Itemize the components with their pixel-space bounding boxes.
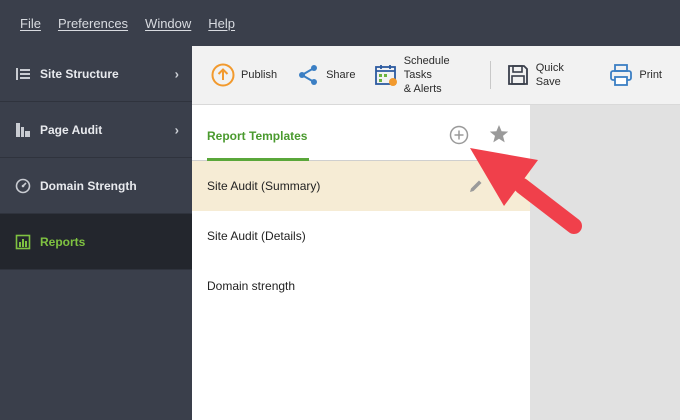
list-item[interactable]: Domain strength <box>192 261 530 311</box>
publish-label: Publish <box>241 69 278 81</box>
gauge-icon <box>15 178 31 194</box>
sidebar-item-domain-strength[interactable]: Domain Strength <box>0 158 192 214</box>
sidebar-item-site-structure[interactable]: Site Structure › <box>0 46 192 102</box>
list-item-label: Site Audit (Summary) <box>207 179 321 193</box>
share-button[interactable]: Share <box>295 62 355 88</box>
star-icon[interactable] <box>489 124 509 144</box>
panel-header: Report Templates <box>192 105 530 161</box>
share-label: Share <box>326 69 356 81</box>
empty-content-area <box>530 105 680 420</box>
toolbar: Publish Share Schedule Tasks & Alerts Qu… <box>192 46 680 105</box>
add-template-icon[interactable] <box>449 125 469 145</box>
sidebar-item-reports[interactable]: Reports <box>0 214 192 270</box>
sidebar: Site Structure › Page Audit › Domain Str… <box>0 46 192 420</box>
print-button[interactable]: Print <box>608 62 662 88</box>
sidebar-item-label: Site Structure <box>40 66 119 81</box>
quick-save-button[interactable]: Quick Save <box>505 61 590 89</box>
menu-file[interactable]: File <box>20 16 41 31</box>
list-item[interactable]: Site Audit (Summary) <box>192 161 530 211</box>
schedule-label-line2: & Alerts <box>403 83 442 95</box>
print-label: Print <box>639 69 662 81</box>
printer-icon <box>608 62 634 88</box>
toolbar-divider <box>490 61 492 89</box>
calendar-alert-icon <box>373 62 398 88</box>
sidebar-item-label: Reports <box>40 234 86 249</box>
report-templates-panel: Report Templates Site Audit (Summary) Si… <box>192 105 530 420</box>
chevron-right-icon: › <box>174 66 179 81</box>
page-audit-icon <box>15 122 31 138</box>
menu-preferences[interactable]: Preferences <box>58 16 128 31</box>
reports-icon <box>15 234 31 250</box>
menu-bar: File Preferences Window Help <box>0 0 680 46</box>
tab-report-templates[interactable]: Report Templates <box>207 129 307 143</box>
sidebar-item-label: Page Audit <box>40 122 103 137</box>
site-structure-icon <box>15 66 31 82</box>
list-item-label: Domain strength <box>207 279 296 293</box>
floppy-disk-icon <box>505 62 530 88</box>
menu-window[interactable]: Window <box>145 16 191 31</box>
sidebar-item-page-audit[interactable]: Page Audit › <box>0 102 192 158</box>
schedule-tasks-button[interactable]: Schedule Tasks & Alerts <box>373 54 478 96</box>
quick-save-label: Quick Save <box>535 62 564 88</box>
chevron-right-icon: › <box>174 122 179 137</box>
schedule-label-line1: Schedule Tasks <box>403 55 450 81</box>
list-item-label: Site Audit (Details) <box>207 229 306 243</box>
publish-button[interactable]: Publish <box>210 62 277 88</box>
publish-icon <box>210 62 236 88</box>
pencil-icon[interactable] <box>467 178 484 195</box>
sidebar-item-label: Domain Strength <box>40 178 137 193</box>
share-icon <box>295 62 321 88</box>
menu-help[interactable]: Help <box>208 16 235 31</box>
list-item[interactable]: Site Audit (Details) <box>192 211 530 261</box>
